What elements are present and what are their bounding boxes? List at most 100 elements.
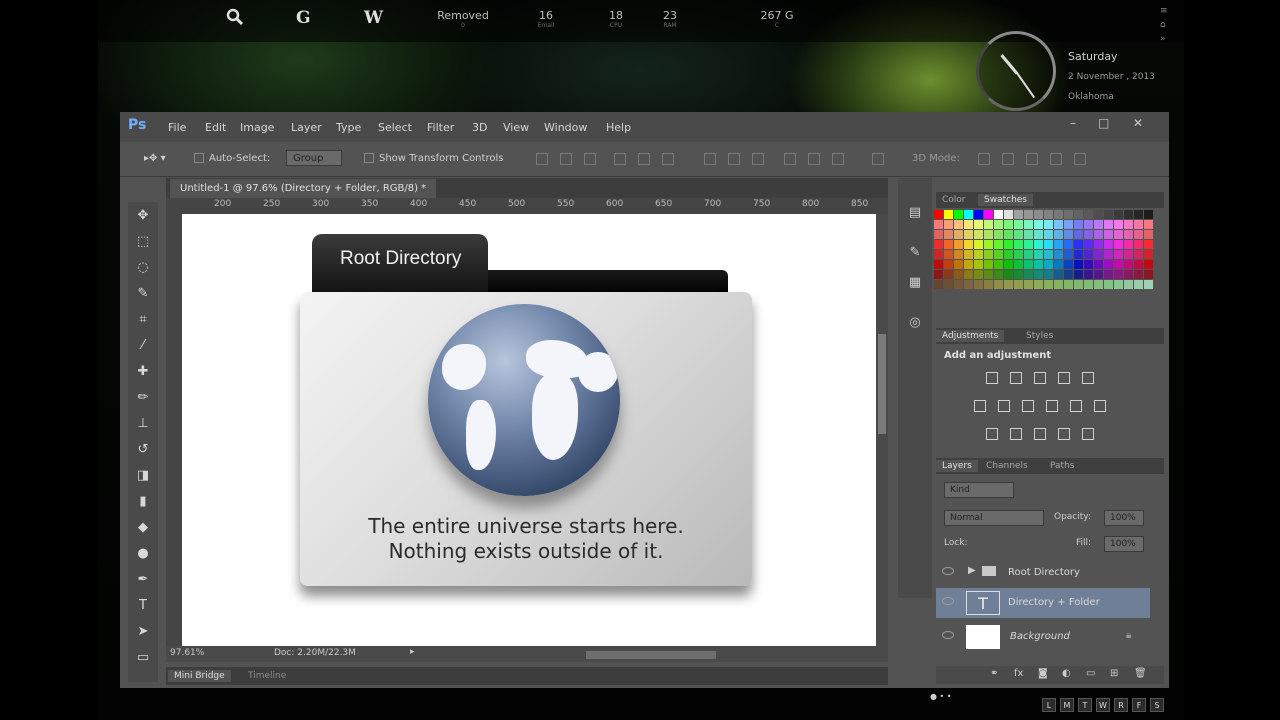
swatch[interactable]: [934, 210, 943, 219]
menu-view[interactable]: View: [503, 121, 529, 134]
swatch[interactable]: [1094, 260, 1103, 269]
swatch[interactable]: [1104, 260, 1113, 269]
swatch[interactable]: [1124, 270, 1133, 279]
brush-tool-icon[interactable]: ✏: [133, 388, 153, 408]
channel-mixer-icon[interactable]: [1070, 400, 1082, 412]
swatch[interactable]: [1064, 230, 1073, 239]
swatch[interactable]: [1054, 240, 1063, 249]
swatch[interactable]: [984, 250, 993, 259]
swatch[interactable]: [1094, 240, 1103, 249]
doc-info[interactable]: Doc: 2.20M/22.3M: [274, 648, 356, 658]
swatch[interactable]: [1024, 210, 1033, 219]
swatch[interactable]: [1054, 230, 1063, 239]
swatch[interactable]: [1014, 260, 1023, 269]
swatch[interactable]: [1054, 260, 1063, 269]
maximize-button[interactable]: □: [1098, 116, 1109, 130]
menu-icon[interactable]: ≡: [1160, 4, 1168, 18]
path-select-tool-icon[interactable]: ➤: [133, 622, 153, 642]
swatch[interactable]: [1094, 270, 1103, 279]
clone-stamp-tool-icon[interactable]: ⊥: [133, 414, 153, 434]
swatch[interactable]: [954, 250, 963, 259]
swatch[interactable]: [1034, 280, 1043, 289]
curves-icon[interactable]: [1034, 372, 1046, 384]
home-icon[interactable]: ⌂: [1160, 18, 1168, 32]
swatch[interactable]: [1104, 270, 1113, 279]
swatch[interactable]: [1134, 250, 1143, 259]
swatch[interactable]: [1014, 210, 1023, 219]
swatch[interactable]: [1144, 220, 1153, 229]
swatch[interactable]: [1094, 250, 1103, 259]
tab-styles[interactable]: Styles: [1020, 330, 1059, 342]
swatch[interactable]: [934, 240, 943, 249]
swatch[interactable]: [1114, 260, 1123, 269]
swatch[interactable]: [1044, 270, 1053, 279]
invert-icon[interactable]: [986, 428, 998, 440]
swatch[interactable]: [1144, 210, 1153, 219]
swatch[interactable]: [1104, 280, 1113, 289]
swatch[interactable]: [964, 280, 973, 289]
swatch[interactable]: [1054, 280, 1063, 289]
brightness-icon[interactable]: [986, 372, 998, 384]
eye-icon[interactable]: [942, 597, 954, 605]
vibrance-icon[interactable]: [1082, 372, 1094, 384]
swatch[interactable]: [1014, 250, 1023, 259]
swatch[interactable]: [1114, 210, 1123, 219]
swatch[interactable]: [1044, 230, 1053, 239]
menu-layer[interactable]: Layer: [291, 121, 322, 134]
layer-row-root-directory[interactable]: ▶ Root Directory: [936, 558, 1150, 588]
healing-brush-tool-icon[interactable]: ✚: [133, 362, 153, 382]
tab-paths[interactable]: Paths: [1044, 460, 1080, 472]
swatch[interactable]: [1034, 240, 1043, 249]
swatch[interactable]: [994, 270, 1003, 279]
posterize-icon[interactable]: [1010, 428, 1022, 440]
menu-edit[interactable]: Edit: [205, 121, 226, 134]
swatch[interactable]: [1034, 260, 1043, 269]
swatch[interactable]: [1064, 280, 1073, 289]
align-bottom-icon[interactable]: [584, 153, 596, 165]
marquee-tool-icon[interactable]: ⬚: [133, 232, 153, 252]
show-transform-checkbox[interactable]: Show Transform Controls: [364, 153, 503, 164]
swatch[interactable]: [934, 270, 943, 279]
zoom-level[interactable]: 97.61%: [170, 648, 204, 658]
swatch[interactable]: [1064, 250, 1073, 259]
tab-timeline[interactable]: Timeline: [242, 670, 292, 682]
swatch[interactable]: [1054, 220, 1063, 229]
swatch[interactable]: [1124, 240, 1133, 249]
swatch[interactable]: [1084, 270, 1093, 279]
color-lookup-icon[interactable]: [1094, 400, 1106, 412]
pen-tool-icon[interactable]: ✒: [133, 570, 153, 590]
swatch[interactable]: [934, 230, 943, 239]
swatch[interactable]: [1144, 270, 1153, 279]
swatch[interactable]: [1004, 230, 1013, 239]
type-tool-icon[interactable]: T: [133, 596, 153, 616]
menu-window[interactable]: Window: [544, 121, 587, 134]
swatch[interactable]: [1144, 240, 1153, 249]
distribute-top-icon[interactable]: [704, 153, 716, 165]
delete-layer-icon[interactable]: 🗑︎: [1134, 668, 1147, 679]
menu-3d[interactable]: 3D: [472, 121, 487, 134]
align-hcenter-icon[interactable]: [638, 153, 650, 165]
swatch[interactable]: [1014, 280, 1023, 289]
eye-icon[interactable]: [942, 631, 954, 639]
swatch[interactable]: [954, 260, 963, 269]
swatch[interactable]: [984, 260, 993, 269]
3d-roll-icon[interactable]: [1002, 153, 1014, 165]
swatch[interactable]: [1124, 210, 1133, 219]
swatch[interactable]: [1014, 240, 1023, 249]
swatch[interactable]: [1004, 280, 1013, 289]
swatch[interactable]: [994, 240, 1003, 249]
auto-select-dropdown[interactable]: Group: [286, 150, 342, 166]
swatch[interactable]: [1114, 250, 1123, 259]
menu-type[interactable]: Type: [336, 121, 361, 134]
lasso-tool-icon[interactable]: ◌: [133, 258, 153, 278]
link-layers-icon[interactable]: ⚭: [990, 668, 998, 679]
align-left-icon[interactable]: [614, 153, 626, 165]
swatch[interactable]: [994, 230, 1003, 239]
swatch[interactable]: [1094, 230, 1103, 239]
swatch[interactable]: [964, 230, 973, 239]
swatch[interactable]: [1144, 250, 1153, 259]
move-tool-preset-icon[interactable]: ▸✥ ▾: [144, 153, 166, 164]
tray-day-l[interactable]: L: [1042, 698, 1056, 712]
blur-tool-icon[interactable]: ◆: [133, 518, 153, 538]
selective-color-icon[interactable]: [1058, 428, 1070, 440]
